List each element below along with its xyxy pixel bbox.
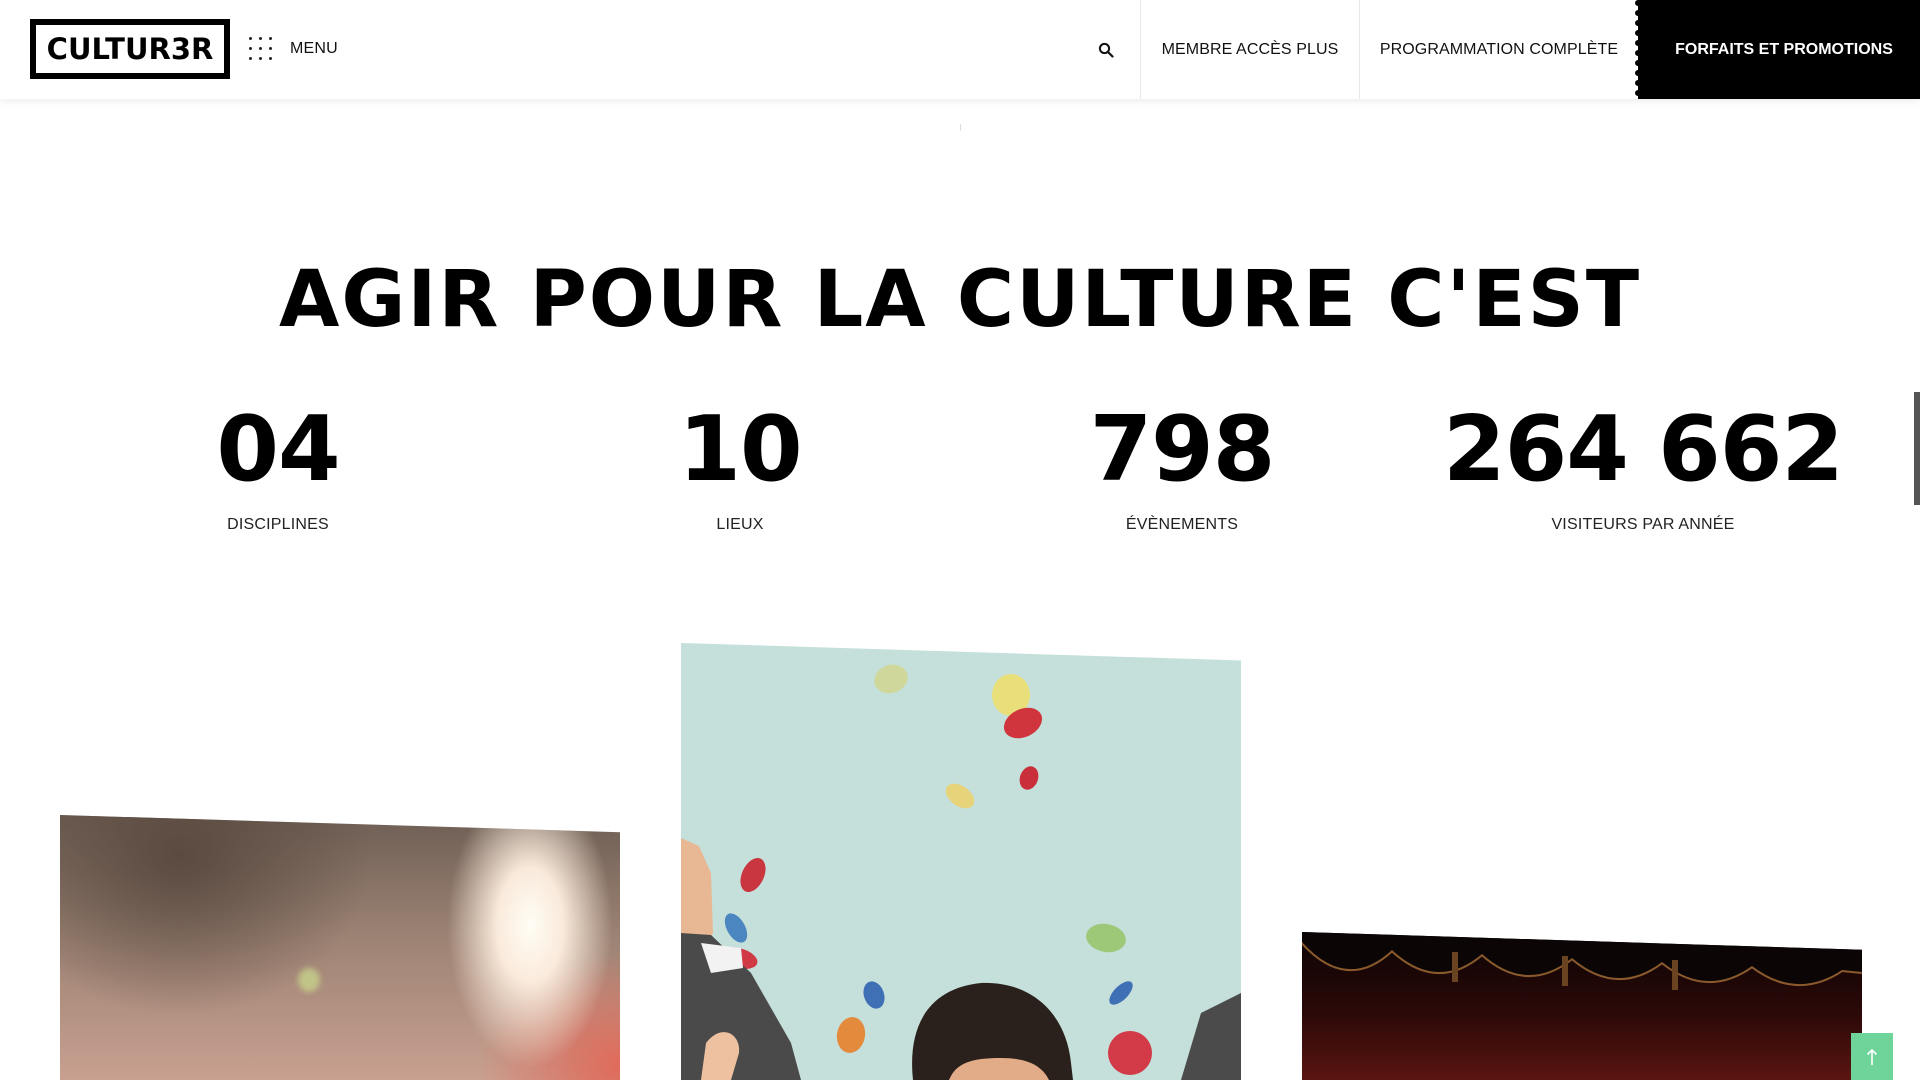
menu-button[interactable]: MENU — [249, 36, 338, 62]
stat-label: VISITEURS PAR ANNÉE — [1551, 516, 1735, 533]
nav-membre-acces-plus[interactable]: MEMBRE ACCÈS PLUS — [1140, 0, 1359, 99]
arrow-up-icon — [1866, 1048, 1878, 1065]
child-confetti-image-card[interactable] — [681, 643, 1241, 1080]
stat-value: 264 662 — [1442, 397, 1844, 502]
stat-value: 798 — [1089, 397, 1276, 502]
site-logo[interactable]: CULTUR3R — [30, 19, 230, 79]
stat-label: LIEUX — [716, 516, 764, 533]
stat-value: 04 — [216, 397, 340, 502]
scrollbar-thumb[interactable] — [1914, 392, 1920, 505]
menu-label: MENU — [290, 40, 338, 57]
page-headline: AGIR POUR LA CULTURE C'EST — [278, 255, 1642, 346]
divider-mark — [960, 124, 961, 131]
grid-dots-icon — [249, 37, 273, 61]
stat-value: 10 — [678, 397, 802, 502]
nav-membre-label: MEMBRE ACCÈS PLUS — [1161, 40, 1339, 58]
stat-label: DISCIPLINES — [227, 516, 329, 533]
search-icon — [1098, 42, 1114, 58]
site-header: CULTUR3R MENU MEMBRE ACCÈS PLUS PROGRAMM… — [0, 0, 1920, 99]
stat-evenements: 798 ÉVÈNEMENTS — [1032, 400, 1332, 534]
nav-programmation-complete[interactable]: PROGRAMMATION COMPLÈTE — [1359, 0, 1638, 99]
confetti-illustration — [681, 664, 1241, 1080]
curtain-illustration — [1302, 932, 1862, 990]
logo-text: CULTUR3R — [46, 32, 214, 66]
stat-label: ÉVÈNEMENTS — [1125, 516, 1239, 533]
ticket-edge-decoration — [1635, 0, 1642, 99]
back-to-top-button[interactable] — [1851, 1033, 1893, 1080]
nav-programmation-label: PROGRAMMATION COMPLÈTE — [1379, 40, 1619, 58]
theatre-curtain-image-card[interactable] — [1302, 932, 1862, 1080]
stat-visiteurs: 264 662 VISITEURS PAR ANNÉE — [1393, 400, 1893, 534]
nav-forfaits-promotions-button[interactable]: FORFAITS ET PROMOTIONS — [1635, 0, 1920, 99]
stat-lieux: 10 LIEUX — [590, 400, 890, 534]
light-bokeh — [298, 968, 320, 992]
concert-lights-image-card[interactable] — [60, 815, 620, 1080]
nav-forfaits-label: FORFAITS ET PROMOTIONS — [1675, 40, 1893, 58]
search-button[interactable] — [1072, 0, 1140, 99]
stat-disciplines: 04 DISCIPLINES — [128, 400, 428, 534]
